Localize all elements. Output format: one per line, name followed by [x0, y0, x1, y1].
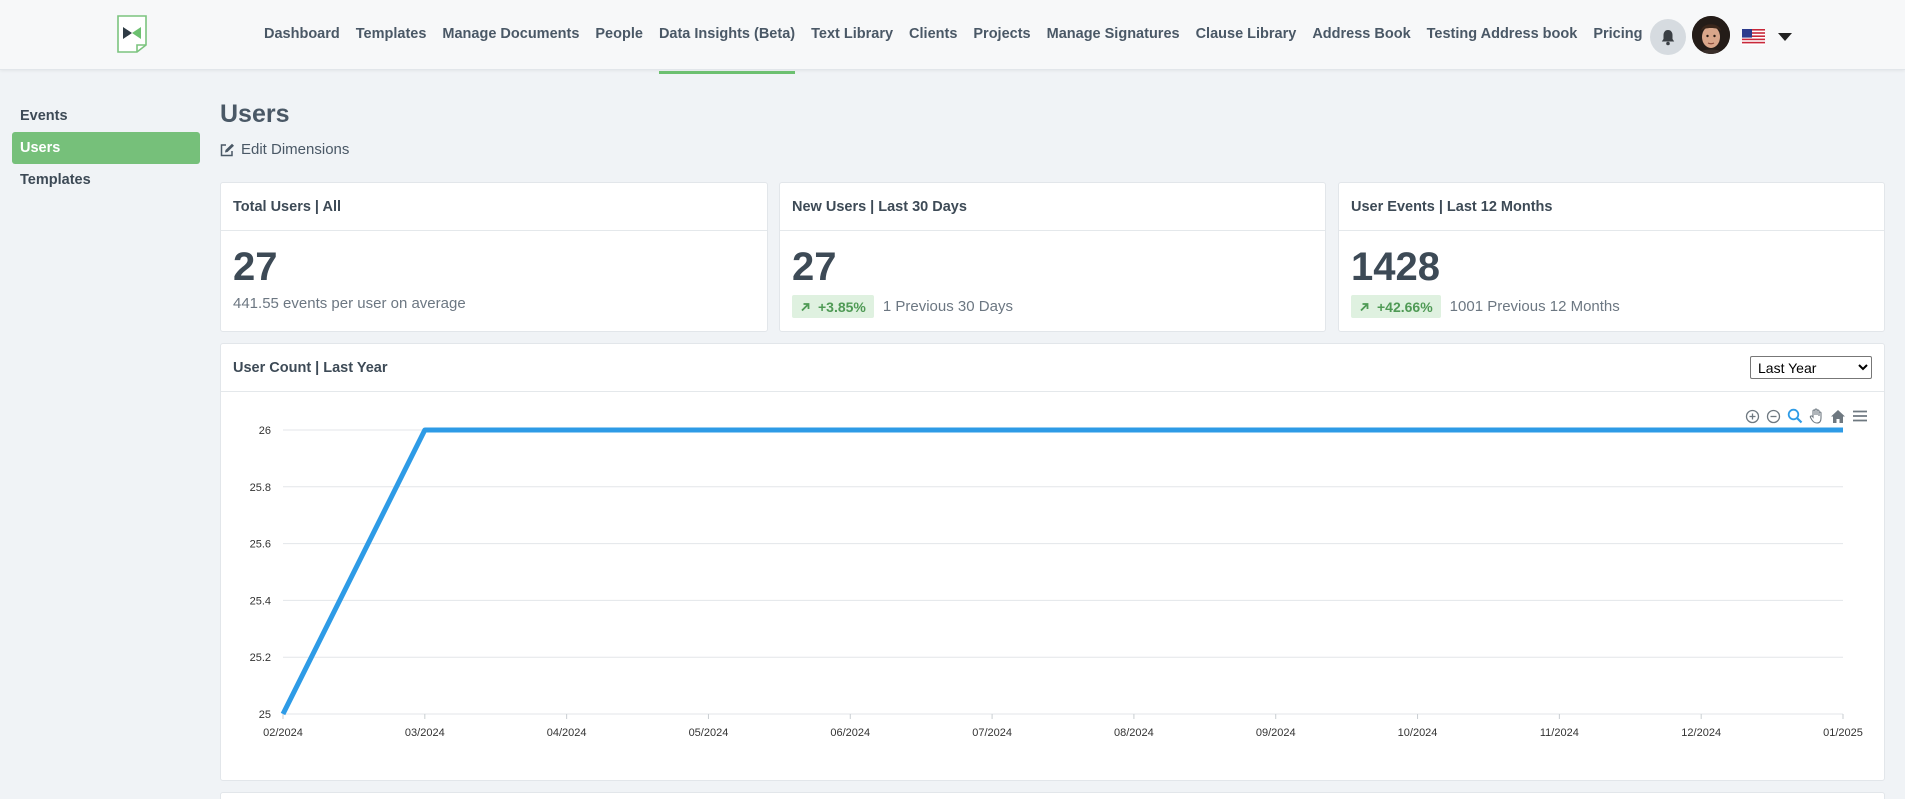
card-subtext-label: 1001 Previous 12 Months [1449, 298, 1620, 315]
card-subtext: +42.66% 1001 Previous 12 Months [1351, 295, 1620, 318]
x-tick-label: 12/2024 [1681, 727, 1721, 739]
card-subtext-label: 1 Previous 30 Days [882, 298, 1013, 315]
period-select[interactable]: Last Year [1750, 356, 1872, 379]
nav-item-manage-documents[interactable]: Manage Documents [442, 0, 579, 70]
card-value: 27 [233, 245, 278, 289]
nav-item-templates[interactable]: Templates [356, 0, 427, 70]
card-subtext: +3.85% 1 Previous 30 Days [792, 295, 1013, 318]
us-flag-icon[interactable] [1742, 29, 1765, 45]
x-tick-label: 01/2025 [1823, 727, 1863, 739]
y-tick-label: 25.8 [250, 482, 271, 494]
total-users-card: Total Users | All 27 441.55 events per u… [220, 182, 768, 332]
x-tick-label: 04/2024 [547, 727, 587, 739]
top-navbar: Dashboard Templates Manage Documents People… [0, 0, 1905, 74]
card-subtext: 441.55 events per user on average [233, 295, 466, 312]
page-title: Users [220, 100, 290, 128]
change-badge-label: +3.85% [818, 298, 866, 315]
nav-item-pricing[interactable]: Pricing [1593, 0, 1642, 70]
edit-icon [220, 143, 234, 156]
card-title: Total Users | All [221, 183, 767, 231]
user-count-line-chart: 25 25.2 25.4 25.6 25.8 26 02/2024 03/2024 04/202… [250, 425, 1863, 739]
card-subtext-label: 441.55 events per user on average [233, 295, 466, 312]
x-tick-label: 06/2024 [830, 727, 870, 739]
sidebar-item-events[interactable]: Events [12, 100, 200, 132]
user-avatar[interactable] [1692, 16, 1730, 54]
sidebar: Events Users Templates [12, 100, 200, 196]
edit-dimensions-button[interactable]: Edit Dimensions [220, 141, 349, 158]
x-tick-label: 11/2024 [1540, 727, 1579, 739]
nav-item-dashboard[interactable]: Dashboard [264, 0, 340, 70]
x-tick-label: 08/2024 [1114, 727, 1154, 739]
change-badge: +3.85% [792, 295, 874, 318]
nav-item-manage-signatures[interactable]: Manage Signatures [1047, 0, 1180, 70]
user-count-chart-card: User Count | Last Year Last Year 25 25.2 2… [220, 343, 1885, 781]
y-tick-label: 25.2 [250, 652, 271, 664]
sidebar-item-templates[interactable]: Templates [12, 164, 200, 196]
x-tick-label: 09/2024 [1256, 727, 1296, 739]
y-tick-label: 25.4 [250, 595, 271, 607]
notification-bell-icon[interactable] [1650, 19, 1686, 55]
nav-item-text-library[interactable]: Text Library [811, 0, 893, 70]
y-tick-label: 25.6 [250, 539, 271, 551]
card-title: New Users | Last 30 Days [780, 183, 1325, 231]
main-nav: Dashboard Templates Manage Documents People… [256, 0, 1650, 74]
nav-item-clause-library[interactable]: Clause Library [1196, 0, 1297, 70]
next-card [220, 792, 1885, 799]
x-tick-label: 02/2024 [263, 727, 303, 739]
arrow-up-right-icon [801, 302, 810, 311]
nav-item-address-book[interactable]: Address Book [1312, 0, 1410, 70]
card-value: 27 [792, 245, 837, 289]
card-value: 1428 [1351, 245, 1440, 289]
nav-item-clients[interactable]: Clients [909, 0, 957, 70]
arrow-up-right-icon [1360, 302, 1369, 311]
series-line [280, 427, 1843, 716]
x-tick-label: 05/2024 [689, 727, 729, 739]
app-logo[interactable] [116, 14, 148, 54]
nav-item-projects[interactable]: Projects [973, 0, 1030, 70]
y-tick-label: 25 [259, 709, 271, 721]
y-tick-label: 26 [259, 425, 271, 437]
nav-item-people[interactable]: People [595, 0, 643, 70]
chevron-down-icon[interactable] [1778, 33, 1792, 41]
x-tick-label: 10/2024 [1398, 727, 1438, 739]
edit-dimensions-label: Edit Dimensions [241, 141, 350, 158]
chart-card-title: User Count | Last Year [221, 344, 1884, 392]
nav-item-testing-address-book[interactable]: Testing Address book [1427, 0, 1578, 70]
new-users-card: New Users | Last 30 Days 27 +3.85% 1 Pre… [779, 182, 1326, 332]
nav-item-data-insights-beta[interactable]: Data Insights (Beta) [658, 0, 796, 74]
change-badge: +42.66% [1351, 295, 1441, 318]
card-title: User Events | Last 12 Months [1339, 183, 1884, 231]
user-events-card: User Events | Last 12 Months 1428 +42.66… [1338, 182, 1885, 332]
sidebar-item-users[interactable]: Users [12, 132, 200, 164]
change-badge-label: +42.66% [1377, 298, 1433, 315]
x-tick-label: 07/2024 [972, 727, 1012, 739]
x-tick-label: 03/2024 [405, 727, 445, 739]
